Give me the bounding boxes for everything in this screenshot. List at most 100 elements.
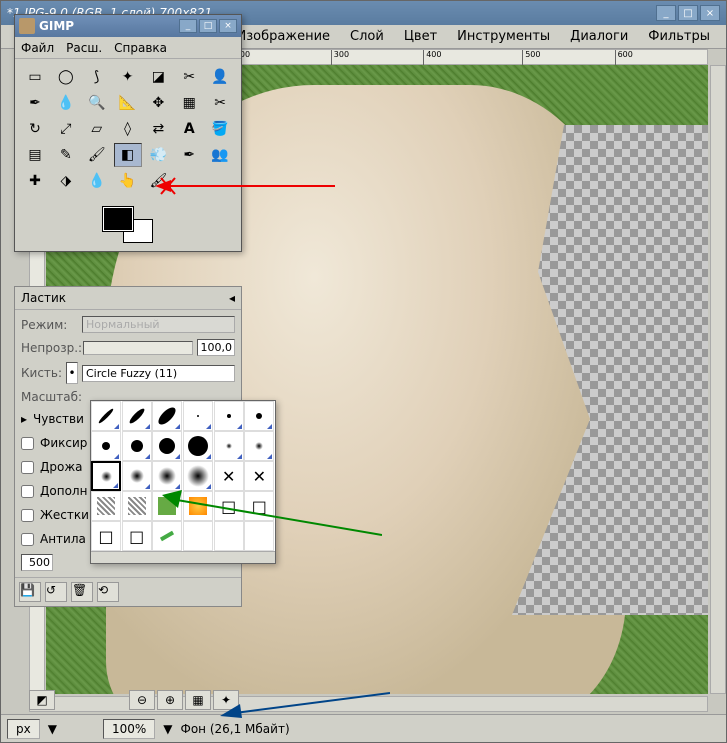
zoom-in-button[interactable]: ⊕ <box>157 690 183 710</box>
tool-text[interactable]: A <box>175 117 203 141</box>
toolbox-close-button[interactable]: × <box>219 19 237 33</box>
tool-heal[interactable]: ✚ <box>21 169 49 193</box>
brush-item-selected[interactable] <box>91 461 121 491</box>
tool-paths[interactable]: ✒ <box>21 91 49 115</box>
zoom-field[interactable]: 100% <box>103 719 155 739</box>
tool-by-color-select[interactable]: ◪ <box>144 65 172 89</box>
brush-item[interactable] <box>244 521 274 551</box>
tool-rect-select[interactable]: ▭ <box>21 65 49 89</box>
brush-item[interactable] <box>152 401 182 431</box>
maximize-button[interactable]: □ <box>678 5 698 21</box>
brush-item[interactable]: ✕ <box>244 461 274 491</box>
tool-blend[interactable]: ▤ <box>21 143 49 167</box>
minimize-button[interactable]: _ <box>656 5 676 21</box>
brush-item[interactable] <box>152 461 182 491</box>
brush-item[interactable] <box>122 401 152 431</box>
tool-zoom[interactable]: 🔍 <box>83 91 111 115</box>
brush-item[interactable] <box>122 431 152 461</box>
brush-item[interactable] <box>183 401 213 431</box>
brush-item[interactable] <box>214 521 244 551</box>
check-antialias[interactable] <box>21 533 34 546</box>
toolbox-minimize-button[interactable]: _ <box>179 19 197 33</box>
brush-item[interactable]: ✕ <box>214 461 244 491</box>
tool-color-picker[interactable]: 💧 <box>52 91 80 115</box>
quickmask-toggle[interactable]: ◩ <box>29 690 55 710</box>
brush-item[interactable]: □ <box>122 521 152 551</box>
tool-perspective-clone[interactable]: ⬗ <box>52 169 80 193</box>
tool-measure[interactable]: 📐 <box>114 91 142 115</box>
brush-item[interactable] <box>244 401 274 431</box>
check-additional[interactable] <box>21 485 34 498</box>
zoom-fit-button[interactable]: ▦ <box>185 690 211 710</box>
toolbox-menu-file[interactable]: Файл <box>21 41 54 55</box>
check-fixed[interactable] <box>21 437 34 450</box>
toolbox-maximize-button[interactable]: □ <box>199 19 217 33</box>
num-field[interactable]: 500 <box>21 554 53 571</box>
menu-dialogs[interactable]: Диалоги <box>562 27 636 46</box>
fg-color-swatch[interactable] <box>103 207 133 231</box>
brush-name-field[interactable] <box>82 365 235 382</box>
expand-icon[interactable]: ▸ <box>21 412 27 426</box>
tool-clone[interactable]: 👥 <box>206 143 234 167</box>
tool-flip[interactable]: ⇄ <box>144 117 172 141</box>
tool-fuzzy-select[interactable]: ✦ <box>114 65 142 89</box>
brush-item[interactable] <box>122 461 152 491</box>
brush-item[interactable] <box>183 521 213 551</box>
unit-dropdown-icon[interactable]: ▼ <box>48 722 57 736</box>
brush-item[interactable] <box>91 491 121 521</box>
tool-pencil[interactable]: ✎ <box>52 143 80 167</box>
brush-item[interactable] <box>122 491 152 521</box>
toolbox-menu-help[interactable]: Справка <box>114 41 167 55</box>
tool-ink[interactable]: ✒ <box>175 143 203 167</box>
toolbox-titlebar[interactable]: GIMP _ □ × <box>15 15 241 37</box>
tool-rotate[interactable]: ↻ <box>21 117 49 141</box>
brush-item[interactable] <box>183 491 213 521</box>
brush-item[interactable]: □ <box>214 491 244 521</box>
tool-blur[interactable]: 💧 <box>83 169 111 193</box>
brush-item[interactable] <box>214 431 244 461</box>
brush-item[interactable]: □ <box>244 491 274 521</box>
tool-move[interactable]: ✥ <box>144 91 172 115</box>
delete-options-button[interactable]: 🗑 <box>71 582 93 602</box>
menu-tools[interactable]: Инструменты <box>449 27 558 46</box>
tool-free-select[interactable]: ⟆ <box>83 65 111 89</box>
brush-popup-scrollbar[interactable] <box>91 551 275 563</box>
nav-preview-button[interactable]: ✦ <box>213 690 239 710</box>
tool-airbrush[interactable]: 💨 <box>144 143 172 167</box>
tool-fg-select[interactable]: 👤 <box>206 65 234 89</box>
menu-image[interactable]: Изображение <box>229 27 338 46</box>
tool-shear[interactable]: ▱ <box>83 117 111 141</box>
brush-item[interactable]: □ <box>91 521 121 551</box>
unit-selector[interactable]: px <box>7 719 40 739</box>
brush-item[interactable] <box>91 431 121 461</box>
brush-item[interactable] <box>91 401 121 431</box>
tool-scale[interactable]: ⤢ <box>52 117 80 141</box>
dock-menu-icon[interactable]: ◂ <box>229 291 235 305</box>
scrollbar-vertical[interactable] <box>710 65 726 694</box>
reset-options-button[interactable]: ⟲ <box>97 582 119 602</box>
brush-item[interactable] <box>244 431 274 461</box>
menu-colors[interactable]: Цвет <box>396 27 445 46</box>
tool-smudge[interactable]: 👆 <box>114 169 142 193</box>
brush-item[interactable] <box>183 431 213 461</box>
restore-options-button[interactable]: ↺ <box>45 582 67 602</box>
tool-bucket[interactable]: 🪣 <box>206 117 234 141</box>
check-jitter[interactable] <box>21 461 34 474</box>
close-button[interactable]: × <box>700 5 720 21</box>
tool-paintbrush[interactable]: 🖌 <box>83 143 111 167</box>
menu-layer[interactable]: Слой <box>342 27 392 46</box>
opacity-value[interactable]: 100,0 <box>197 339 235 356</box>
tool-scissors[interactable]: ✂ <box>175 65 203 89</box>
tool-eraser[interactable]: ◧ <box>114 143 142 167</box>
brush-item[interactable] <box>214 401 244 431</box>
tool-align[interactable]: ▦ <box>175 91 203 115</box>
opacity-slider[interactable] <box>83 341 193 355</box>
tool-ellipse-select[interactable]: ◯ <box>52 65 80 89</box>
zoom-out-button[interactable]: ⊖ <box>129 690 155 710</box>
check-hard[interactable] <box>21 509 34 522</box>
tool-crop[interactable]: ✂ <box>206 91 234 115</box>
save-options-button[interactable]: 💾 <box>19 582 41 602</box>
toolbox-menu-xtns[interactable]: Расш. <box>66 41 102 55</box>
tool-perspective[interactable]: ◊ <box>114 117 142 141</box>
zoom-dropdown-icon[interactable]: ▼ <box>163 722 172 736</box>
